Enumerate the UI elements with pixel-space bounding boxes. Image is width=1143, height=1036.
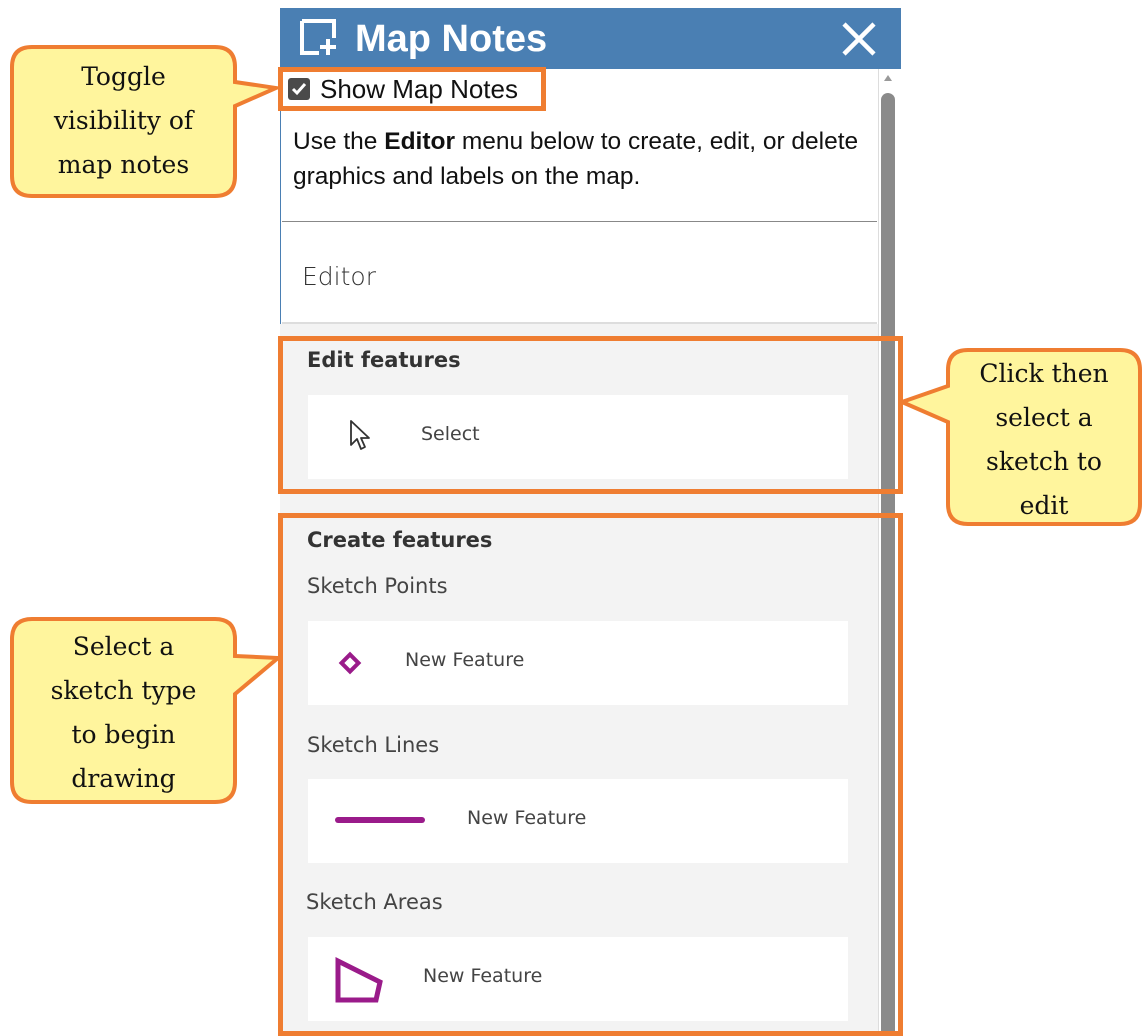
callout-line: select a	[995, 403, 1093, 432]
scroll-up-icon[interactable]	[882, 72, 894, 84]
intro-text-pre: Use the	[293, 128, 385, 155]
callout-line: Click then	[979, 359, 1109, 388]
callout-line: sketch to	[986, 447, 1102, 476]
callout-line: sketch type	[50, 676, 197, 705]
callout-create: Select a sketch type to begin drawing	[10, 616, 280, 806]
callout-line: visibility of	[53, 106, 194, 135]
highlight-box-checkbox	[278, 67, 546, 111]
callout-line: Select a	[72, 632, 175, 661]
intro-text-bold: Editor	[384, 128, 456, 155]
callout-line: drawing	[71, 764, 176, 793]
callout-create-text: Select a sketch type to begin drawing	[12, 625, 235, 801]
callout-toggle: Toggle visibility of map notes	[10, 44, 280, 200]
callout-line: map notes	[57, 150, 190, 179]
highlight-box-edit	[278, 336, 903, 494]
add-note-icon	[300, 19, 336, 55]
editor-heading: Editor	[302, 262, 376, 291]
callout-edit: Click then select a sketch to edit	[898, 346, 1143, 528]
close-icon[interactable]	[836, 16, 882, 62]
callout-edit-text: Click then select a sketch to edit	[948, 352, 1140, 528]
intro-text: Use the Editor menu below to create, edi…	[293, 124, 863, 194]
highlight-box-create	[278, 513, 903, 1036]
callout-toggle-text: Toggle visibility of map notes	[12, 55, 235, 187]
callout-line: Toggle	[81, 62, 166, 91]
panel-title: Map Notes	[355, 18, 548, 60]
callout-line: edit	[1019, 491, 1069, 520]
divider	[282, 221, 877, 222]
callout-line: to begin	[71, 720, 176, 749]
panel-titlebar: Map Notes	[280, 8, 901, 69]
